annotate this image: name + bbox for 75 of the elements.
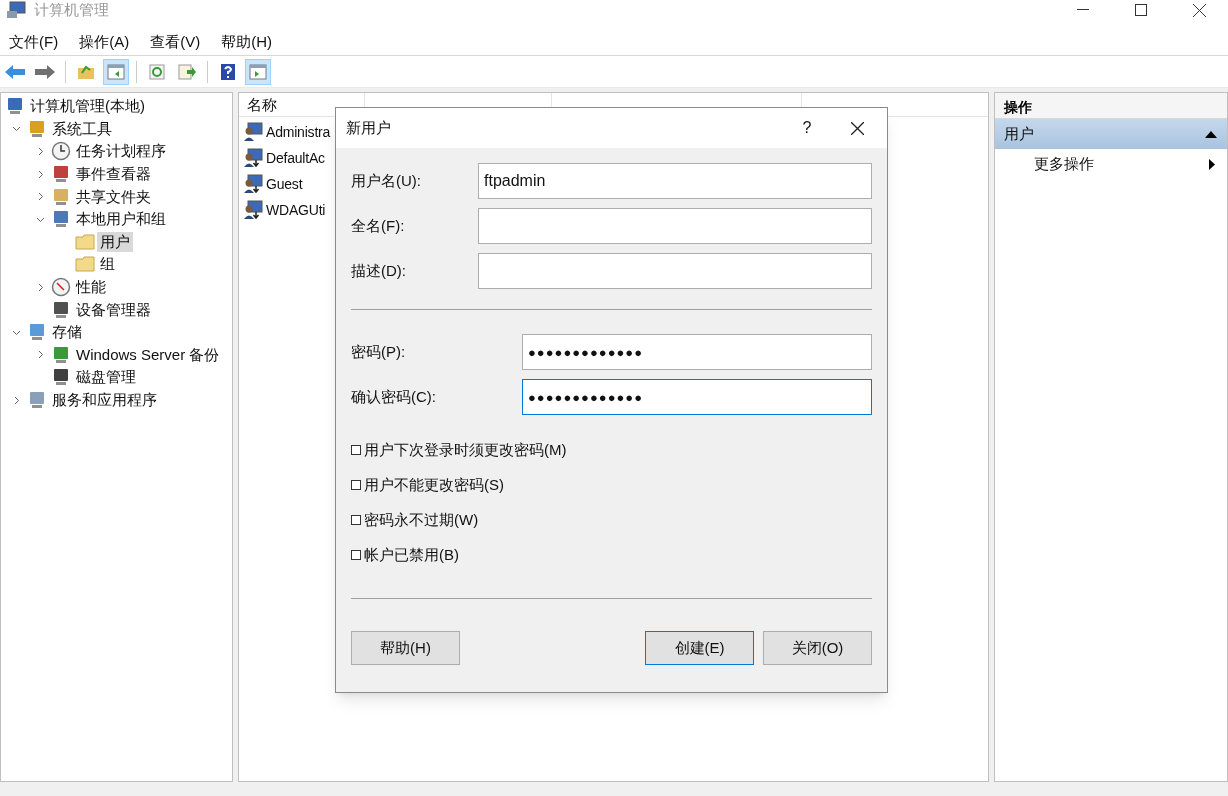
tree-item[interactable]: 设备管理器 [73,299,154,320]
user-download-icon [243,148,263,168]
checkbox[interactable] [351,480,361,490]
checkbox[interactable] [351,550,361,560]
password-field[interactable]: ●●●●●●●●●●●●● [522,334,872,370]
field-label: 描述(D): [351,260,406,281]
tree-item[interactable]: 共享文件夹 [73,186,154,207]
tree-item[interactable]: 服务和应用程序 [49,390,160,410]
user-name[interactable]: DefaultAc [266,147,325,169]
collapse-triangle-icon[interactable] [1205,130,1217,138]
folder-icon [75,233,95,250]
folder-icon [75,256,95,273]
user-name[interactable]: Guest [266,173,303,195]
help-book-icon [220,62,236,81]
clock-icon [51,141,71,162]
collapse-chevron-icon[interactable] [11,124,21,134]
user-download-icon [243,200,263,220]
dialog-button[interactable]: 帮助(H) [351,631,460,665]
window-title: 计算机管理 [34,0,109,20]
user-name[interactable]: WDAGUti [266,199,326,221]
computer-icon [5,96,25,117]
actions-pane-title: 操作 [995,93,1227,119]
menu-item[interactable]: 操作(A) [70,31,139,54]
field-label: 全名(F): [351,215,405,236]
text-field[interactable]: ftpadmin [478,163,872,199]
checkbox[interactable] [351,515,361,525]
pane-right-icon [249,63,267,80]
field-label: 密码(P): [351,341,406,362]
text-field[interactable] [478,208,872,244]
tree-item[interactable]: Windows Server 备份 [73,344,223,365]
tree-item[interactable]: 用户 [97,231,133,252]
field-label: 确认密码(C): [351,386,436,407]
help-button[interactable]: ? [787,113,827,143]
minimize-icon [1077,9,1089,11]
user-download-icon [243,174,263,194]
menu-item[interactable]: 帮助(H) [212,31,281,54]
tree-item[interactable]: 磁盘管理 [73,367,139,388]
menu-item[interactable]: 文件(F) [0,31,68,54]
submenu-arrow-icon [1209,158,1215,170]
checkbox-option[interactable]: 密码永不过期(W) [351,509,479,531]
computer-management-icon [6,1,26,19]
pane-left-icon [107,63,125,80]
tree-item[interactable]: 事件查看器 [73,164,154,185]
checkbox-option[interactable]: 帐户已禁用(B) [351,544,459,566]
folder-up-icon [77,63,95,80]
tree-item[interactable]: 存储 [49,322,85,343]
gauge-icon [51,277,71,298]
tree-item[interactable]: 性能 [73,277,109,298]
tree-item[interactable]: 计算机管理(本地) [27,96,148,117]
refresh-icon [149,63,165,80]
checkbox-option[interactable]: 用户不能更改密码(S) [351,474,504,496]
password-field[interactable]: ●●●●●●●●●●●●● [522,379,872,415]
back-arrow-icon [4,63,26,80]
section-title: 用户 [1004,123,1034,144]
export-list-icon [178,63,196,80]
text-field[interactable] [478,253,872,289]
user-name[interactable]: Administra [266,121,331,143]
checkbox-option[interactable]: 用户下次登录时须更改密码(M) [351,439,567,461]
action-link[interactable]: 更多操作 [1034,152,1094,176]
tree-item[interactable]: 组 [97,254,118,275]
user-monitor-icon [243,122,263,142]
close-icon [850,121,864,135]
field-label: 用户名(U): [351,170,421,191]
actions-section-header[interactable]: 用户 [995,119,1227,149]
forward-arrow-icon [34,63,56,80]
tree-item[interactable]: 本地用户和组 [73,209,169,230]
menu-item[interactable]: 查看(V) [141,31,210,54]
close-icon [1192,3,1206,17]
dialog-button[interactable]: 关闭(O) [763,631,872,665]
dialog-title: 新用户 [346,117,391,138]
tree-item[interactable]: 任务计划程序 [73,141,169,162]
tree-item[interactable]: 系统工具 [49,118,115,139]
checkbox[interactable] [351,445,361,455]
maximize-icon [1135,4,1147,16]
dialog-button[interactable]: 创建(E) [645,631,754,665]
